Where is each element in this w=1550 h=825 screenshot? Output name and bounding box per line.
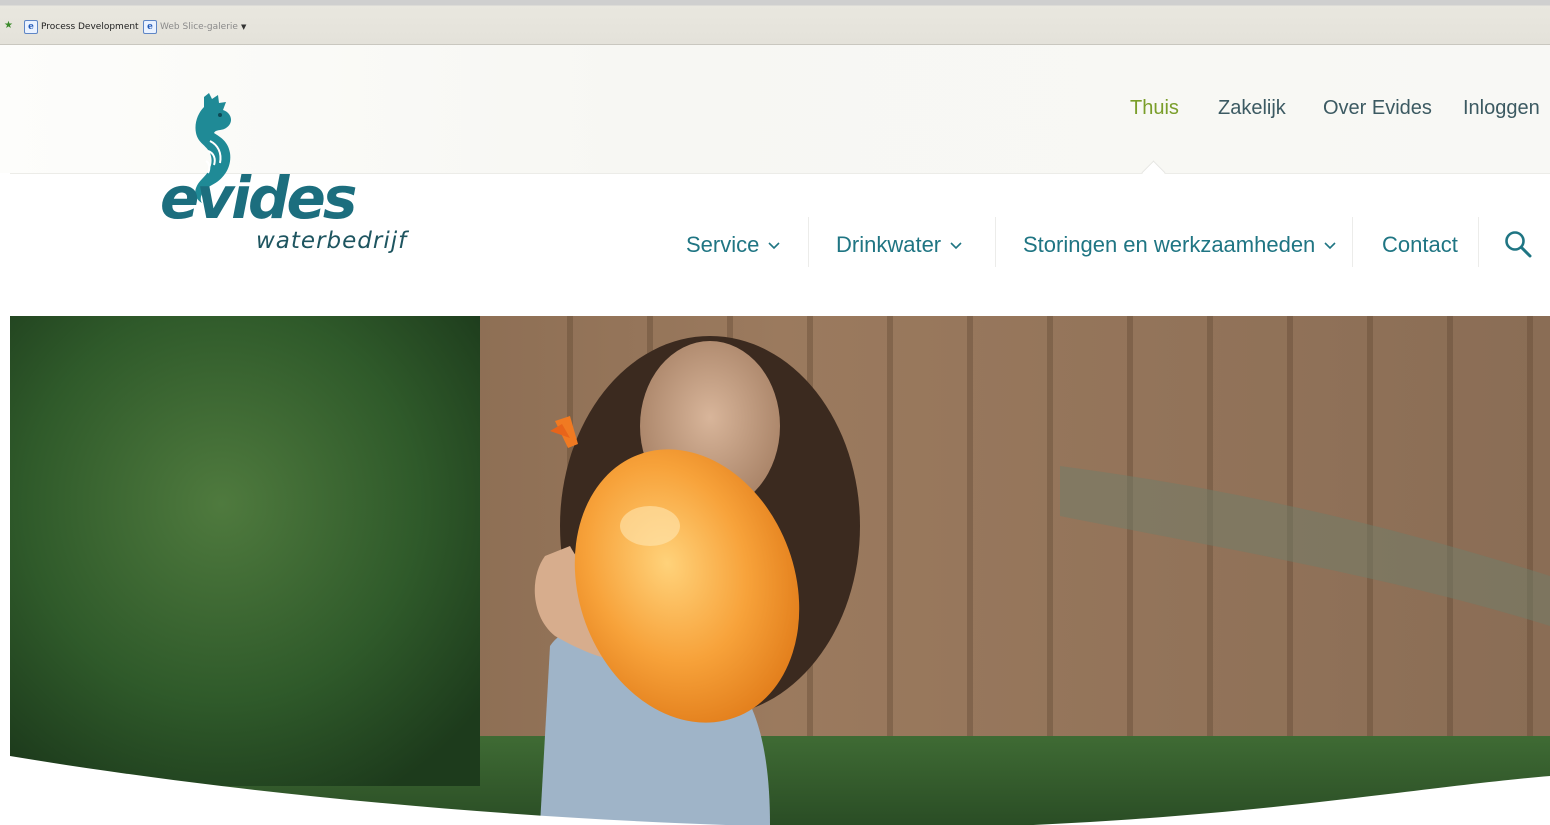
mainnav-label: Drinkwater bbox=[836, 232, 942, 257]
mainnav-label: Storingen en werkzaamheden bbox=[1023, 232, 1316, 257]
nav-divider bbox=[1478, 217, 1479, 267]
chevron-down-icon bbox=[950, 242, 962, 250]
add-favorite-icon[interactable]: ★ bbox=[4, 20, 14, 32]
chevron-down-icon bbox=[768, 242, 780, 250]
mainnav-label: Service bbox=[686, 232, 760, 257]
topnav-inloggen[interactable]: Inloggen bbox=[1463, 97, 1540, 127]
hero-photo-balloon bbox=[10, 316, 1550, 825]
topnav-zakelijk[interactable]: Zakelijk bbox=[1218, 97, 1286, 127]
ie-page-icon: e bbox=[143, 20, 157, 34]
topnav-thuis[interactable]: Thuis bbox=[1130, 97, 1179, 127]
evides-logo[interactable]: evides waterbedrijf bbox=[160, 93, 406, 273]
nav-divider bbox=[1352, 217, 1353, 267]
logo-subtitle: waterbedrijf bbox=[256, 228, 408, 254]
mainnav-contact[interactable]: Contact bbox=[1382, 230, 1458, 260]
favorite-web-slice-gallery[interactable]: e Web Slice-galerie ▼ bbox=[143, 19, 246, 35]
mainnav-service[interactable]: Service bbox=[686, 230, 781, 260]
nav-divider bbox=[808, 217, 809, 267]
mainnav-storingen[interactable]: Storingen en werkzaamheden bbox=[1023, 230, 1337, 260]
mainnav-label: Contact bbox=[1382, 232, 1458, 257]
mainnav-drinkwater[interactable]: Drinkwater bbox=[836, 230, 963, 260]
logo-wordmark: evides bbox=[160, 164, 357, 232]
caret-down-icon: ▼ bbox=[240, 23, 247, 31]
favorite-label: Web Slice-galerie bbox=[160, 22, 238, 32]
nav-divider bbox=[995, 217, 996, 267]
hero-image bbox=[10, 316, 1550, 825]
ie-page-icon: e bbox=[24, 20, 38, 34]
chevron-down-icon bbox=[1324, 242, 1336, 250]
site-header: evides waterbedrijf Thuis Zakelijk Over … bbox=[0, 45, 1550, 315]
search-icon[interactable] bbox=[1503, 229, 1533, 259]
topnav-over-evides[interactable]: Over Evides bbox=[1323, 97, 1432, 127]
favorite-label: Process Development bbox=[41, 22, 139, 32]
browser-favorites-bar: ★ e Process Development e Web Slice-gale… bbox=[0, 0, 1550, 45]
favorite-process-development[interactable]: e Process Development bbox=[24, 19, 139, 35]
